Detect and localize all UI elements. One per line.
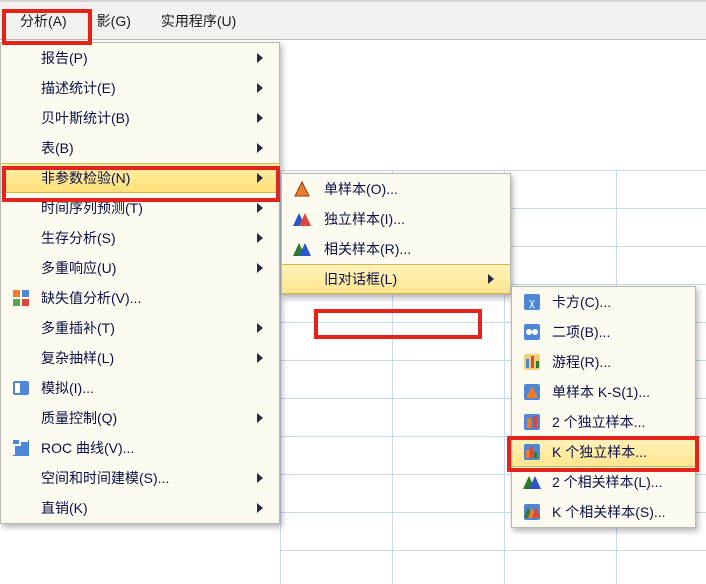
chevron-right-icon	[257, 503, 263, 513]
legacy-relk[interactable]: K 个相关样本(S)...	[512, 497, 695, 527]
legacy-ks1[interactable]: 单样本 K-S(1)...	[512, 377, 695, 407]
runs-icon	[522, 352, 542, 372]
legacy-indepk[interactable]: K 个独立样本...	[512, 437, 695, 467]
chevron-right-icon	[257, 113, 263, 123]
legacy-submenu: χ 卡方(C)... 二项(B)... 游程(R)... 单样本 K-S(1).…	[511, 286, 696, 528]
green-triangle-icon	[292, 239, 312, 259]
legacy-chisq[interactable]: χ 卡方(C)...	[512, 287, 695, 317]
submenu-onesample[interactable]: 单样本(O)...	[282, 174, 510, 204]
legacy-rel2[interactable]: 2 个相关样本(L)...	[512, 467, 695, 497]
menu-roc[interactable]: ROC 曲线(V)...	[1, 433, 279, 463]
menu-descriptives[interactable]: 描述统计(E)	[1, 73, 279, 103]
mosaic-icon	[11, 288, 31, 308]
two-related-icon	[522, 472, 542, 492]
menu-analyze[interactable]: 分析(A)	[8, 7, 79, 35]
binomial-icon	[522, 322, 542, 342]
k-related-icon	[522, 502, 542, 522]
menubar: 分析(A) 影(G) 实用程序(U)	[0, 0, 706, 40]
orange-triangle-icon	[292, 179, 312, 199]
menu-quality[interactable]: 质量控制(Q)	[1, 403, 279, 433]
chevron-right-icon	[257, 473, 263, 483]
roc-icon	[11, 438, 31, 458]
chevron-right-icon	[257, 173, 263, 183]
menu-multimputation[interactable]: 多重插补(T)	[1, 313, 279, 343]
legacy-runs[interactable]: 游程(R)...	[512, 347, 695, 377]
submenu-related[interactable]: 相关样本(R)...	[282, 234, 510, 264]
svg-text:χ: χ	[529, 297, 535, 309]
submenu-legacy[interactable]: 旧对话框(L)	[282, 264, 510, 294]
legacy-indep2[interactable]: 2 个独立样本...	[512, 407, 695, 437]
chevron-right-icon	[257, 353, 263, 363]
chevron-right-icon	[257, 203, 263, 213]
chevron-right-icon	[488, 274, 494, 284]
menu-survival[interactable]: 生存分析(S)	[1, 223, 279, 253]
menu-simulation[interactable]: 模拟(I)...	[1, 373, 279, 403]
simulation-icon	[11, 378, 31, 398]
chi-icon: χ	[522, 292, 542, 312]
menu-utilities[interactable]: 实用程序(U)	[149, 7, 248, 35]
menu-timeseries[interactable]: 时间序列预测(T)	[1, 193, 279, 223]
analyze-dropdown: 报告(P) 描述统计(E) 贝叶斯统计(B) 表(B) 非参数检验(N) 时间序…	[0, 42, 280, 524]
chevron-right-icon	[257, 413, 263, 423]
menu-direct[interactable]: 直销(K)	[1, 493, 279, 523]
menu-tables[interactable]: 表(B)	[1, 133, 279, 163]
nonparametric-submenu: 单样本(O)... 独立样本(I)... 相关样本(R)... 旧对话框(L)	[281, 173, 511, 295]
chevron-right-icon	[257, 53, 263, 63]
submenu-independent[interactable]: 独立样本(I)...	[282, 204, 510, 234]
two-bars-icon	[522, 412, 542, 432]
menu-graphs[interactable]: 影(G)	[85, 7, 143, 35]
menu-reports[interactable]: 报告(P)	[1, 43, 279, 73]
menu-bayes[interactable]: 贝叶斯统计(B)	[1, 103, 279, 133]
k-bars-icon	[522, 442, 542, 462]
chevron-right-icon	[257, 143, 263, 153]
legacy-binomial[interactable]: 二项(B)...	[512, 317, 695, 347]
menu-complex[interactable]: 复杂抽样(L)	[1, 343, 279, 373]
chevron-right-icon	[257, 83, 263, 93]
menu-missing[interactable]: 缺失值分析(V)...	[1, 283, 279, 313]
chevron-right-icon	[257, 233, 263, 243]
menu-spacetime[interactable]: 空间和时间建模(S)...	[1, 463, 279, 493]
chevron-right-icon	[257, 323, 263, 333]
menu-nonparametric[interactable]: 非参数检验(N)	[1, 163, 279, 193]
blue-triangle-icon	[292, 209, 312, 229]
menu-multiresp[interactable]: 多重响应(U)	[1, 253, 279, 283]
ks-icon	[522, 382, 542, 402]
chevron-right-icon	[257, 263, 263, 273]
